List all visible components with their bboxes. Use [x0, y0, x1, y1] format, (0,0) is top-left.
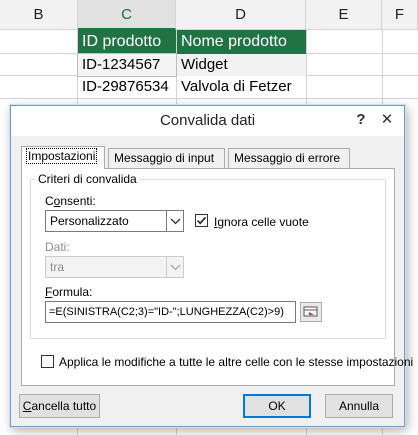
- tab-label: Messaggio di errore: [234, 151, 341, 165]
- clear-all-post: ancella tutto: [31, 399, 97, 413]
- table-header-cell[interactable]: ID prodotto: [78, 30, 176, 54]
- clear-all-button[interactable]: Cancella tutto: [19, 394, 100, 418]
- formula-label-post: ormula:: [52, 285, 93, 299]
- column-header-d[interactable]: D: [176, 0, 306, 30]
- range-select-icon: [303, 306, 318, 317]
- allow-value: Personalizzato: [50, 214, 129, 228]
- tab-label: Messaggio di input: [114, 151, 215, 165]
- table-cell[interactable]: ID-29876534: [78, 76, 176, 98]
- data-value: tra: [50, 260, 65, 274]
- table-cell[interactable]: Widget: [177, 54, 306, 76]
- formula-label: Formula:: [45, 285, 92, 299]
- column-header-row: B C D E F: [0, 0, 418, 30]
- allow-label-pre: C: [45, 194, 54, 208]
- close-button[interactable]: ✕: [377, 110, 397, 130]
- tab-error-alert[interactable]: Messaggio di errore: [228, 148, 350, 168]
- dialog-title: Convalida dati: [159, 112, 256, 129]
- data-label: Dati:: [45, 240, 70, 254]
- table-cell[interactable]: Valvola di Fetzer: [177, 76, 306, 98]
- ok-button[interactable]: OK: [243, 394, 311, 418]
- table-header-cell[interactable]: Nome prodotto: [177, 30, 306, 54]
- tab-label: Impostazioni: [25, 148, 98, 164]
- ignore-blank-label[interactable]: Ignora celle vuote: [214, 215, 309, 229]
- chevron-down-icon[interactable]: [166, 211, 183, 231]
- range-select-button[interactable]: [300, 302, 322, 322]
- formula-input[interactable]: =E(SINISTRA(C2;3)="ID-";LUNGHEZZA(C2)>9): [45, 301, 296, 323]
- allow-label-post: nsenti:: [60, 194, 96, 208]
- group-title: Criteri di convalida: [35, 172, 140, 186]
- gridline: [0, 98, 418, 99]
- tab-settings[interactable]: Impostazioni: [21, 146, 105, 169]
- data-validation-dialog: Convalida dati ? ✕ Impostazioni Messaggi…: [10, 105, 413, 427]
- allow-label: Consenti:: [45, 194, 96, 208]
- cancel-button[interactable]: Annulla: [325, 394, 393, 418]
- allow-dropdown[interactable]: Personalizzato: [45, 210, 184, 232]
- column-header-c[interactable]: C: [78, 0, 176, 30]
- dialog-titlebar[interactable]: Convalida dati ? ✕: [11, 106, 404, 136]
- table-cell[interactable]: ID-1234567: [77, 53, 177, 77]
- tab-input-message[interactable]: Messaggio di input: [108, 148, 225, 168]
- column-header-b[interactable]: B: [0, 0, 78, 30]
- check-icon: [196, 216, 207, 225]
- settings-panel: Criteri di convalida Consenti: Personali…: [21, 168, 413, 386]
- chevron-down-icon[interactable]: [166, 257, 183, 277]
- ignore-blank-checkbox[interactable]: [195, 214, 208, 227]
- data-dropdown[interactable]: tra: [45, 256, 184, 278]
- apply-all-checkbox[interactable]: [41, 355, 54, 368]
- help-button[interactable]: ?: [351, 110, 371, 130]
- column-header-e[interactable]: E: [306, 0, 382, 30]
- validation-criteria-group: Criteri di convalida Consenti: Personali…: [30, 172, 386, 339]
- ignore-blank-post: gnora celle vuote: [217, 215, 309, 229]
- column-header-f[interactable]: F: [382, 0, 418, 30]
- apply-all-label[interactable]: Applica le modifiche a tutte le altre ce…: [59, 355, 413, 369]
